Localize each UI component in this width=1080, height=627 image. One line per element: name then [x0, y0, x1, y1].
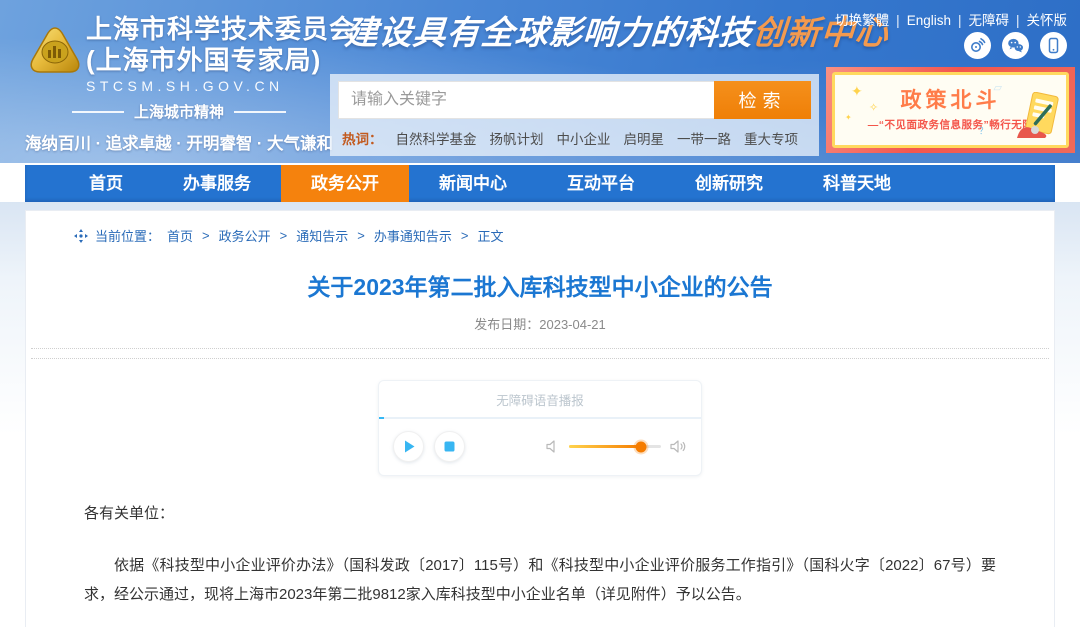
sparkle-icon: ✦ [851, 83, 863, 100]
salutation: 各有关单位： [84, 502, 996, 523]
hot-words-label: 热词： [342, 128, 383, 148]
slogan-white-part: 建设具有全球影响力的科技 [344, 14, 755, 51]
sparkle-icon: ✦ [845, 113, 852, 122]
sparkle-icon: ✧ [869, 101, 878, 114]
hot-word-link[interactable]: 中小企业 [557, 128, 611, 148]
nav-item-gov-disclosure[interactable]: 政务公开 [281, 165, 409, 202]
volume-slider[interactable] [569, 445, 661, 448]
breadcrumb-service-notices[interactable]: 办事通知告示 [374, 226, 452, 245]
breadcrumb-label: 当前位置： [95, 226, 160, 245]
accessibility-audio-player: 无障碍语音播报 [378, 380, 702, 476]
nav-item-innovation[interactable]: 创新研究 [665, 165, 793, 202]
wechat-icon[interactable] [1002, 32, 1029, 59]
sparkle-icon: ▱ [994, 81, 1002, 94]
link-separator: | [958, 13, 962, 28]
breadcrumb-separator: > [280, 228, 288, 243]
nav-item-home[interactable]: 首页 [59, 165, 153, 202]
dotted-divider [31, 358, 1049, 359]
hot-word-link[interactable]: 重大专项 [744, 128, 798, 148]
utility-links: 切换繁體 | English | 无障碍 | 关怀版 [835, 9, 1067, 29]
link-english[interactable]: English [907, 13, 951, 28]
sparkle-icon: ？ [979, 124, 988, 137]
city-spirit-block: 上海城市精神 海纳百川 · 追求卓越 · 开明睿智 · 大气谦和 [24, 101, 334, 154]
breadcrumb-gov-disclosure[interactable]: 政务公开 [219, 226, 271, 245]
mute-speaker-icon[interactable] [546, 440, 560, 453]
nav-item-interaction[interactable]: 互动平台 [537, 165, 665, 202]
hot-word-link[interactable]: 自然科学基金 [396, 128, 477, 148]
link-separator: | [1016, 13, 1020, 28]
city-spirit-title: 上海城市精神 [24, 101, 334, 122]
hot-word-link[interactable]: 扬帆计划 [490, 128, 544, 148]
main-nav: 首页 办事服务 政务公开 新闻中心 互动平台 创新研究 科普天地 [25, 165, 1055, 202]
play-icon[interactable] [393, 431, 424, 462]
link-traditional-chinese[interactable]: 切换繁體 [835, 13, 889, 28]
breadcrumb-separator: > [202, 228, 210, 243]
hot-words-row: 热词： 自然科学基金 扬帆计划 中小企业 启明星 一带一路 重大专项 [338, 128, 811, 148]
hot-word-link[interactable]: 一带一路 [677, 128, 731, 148]
org-domain: STCSM.SH.GOV.CN [86, 78, 356, 94]
breadcrumb: 当前位置： 首页 > 政务公开 > 通知告示 > 办事通知告示 > 正文 [26, 211, 1054, 245]
article-body: 各有关单位： 依据《科技型中小企业评价办法》（国科发政〔2017〕115号）和《… [26, 502, 1054, 627]
page-title: 关于2023年第二批入库科技型中小企业的公告 [26, 268, 1054, 302]
link-accessibility[interactable]: 无障碍 [968, 13, 1009, 28]
city-spirit-motto: 海纳百川 · 追求卓越 · 开明睿智 · 大气谦和 [24, 130, 334, 154]
breadcrumb-home[interactable]: 首页 [167, 226, 193, 245]
search-button[interactable]: 检索 [714, 81, 811, 119]
social-icons [964, 32, 1067, 59]
policy-beidou-banner[interactable]: ✦ ✧ ✦ ▱ ？ 政策北斗 —“不见面政务信息服务”畅行无阻 [826, 67, 1075, 153]
dotted-divider [31, 348, 1049, 349]
search-panel: 检索 热词： 自然科学基金 扬帆计划 中小企业 启明星 一带一路 重大专项 [330, 74, 819, 156]
calligraphy-slogan: 建设具有全球影响力的科技创新中心 [343, 6, 826, 54]
search-input[interactable] [338, 81, 714, 119]
publish-date: 发布日期：2023-04-21 [26, 314, 1054, 333]
link-senior-mode[interactable]: 关怀版 [1027, 13, 1068, 28]
nav-item-services[interactable]: 办事服务 [153, 165, 281, 202]
nav-item-science[interactable]: 科普天地 [793, 165, 921, 202]
volume-knob[interactable] [635, 441, 646, 452]
link-separator: | [896, 13, 900, 28]
policy-banner-card: ✦ ✧ ✦ ▱ ？ 政策北斗 —“不见面政务信息服务”畅行无阻 [832, 72, 1069, 148]
main-paragraph: 依据《科技型中小企业评价办法》（国科发政〔2017〕115号）和《科技型中小企业… [84, 551, 996, 610]
breadcrumb-separator: > [357, 228, 365, 243]
clipboard-pen-illustration [1011, 92, 1063, 143]
weibo-icon[interactable] [964, 32, 991, 59]
stop-icon[interactable] [434, 431, 465, 462]
nav-item-news[interactable]: 新闻中心 [409, 165, 537, 202]
breadcrumb-current: 正文 [477, 226, 503, 245]
volume-fill [569, 445, 641, 448]
hot-word-link[interactable]: 启明星 [624, 128, 665, 148]
site-header: 上海市科学技术委员会 (上海市外国专家局) STCSM.SH.GOV.CN 建设… [0, 0, 1080, 163]
article-container: 当前位置： 首页 > 政务公开 > 通知告示 > 办事通知告示 > 正文 关于2… [25, 210, 1055, 627]
audio-player-label: 无障碍语音播报 [379, 381, 701, 419]
page-background: 当前位置： 首页 > 政务公开 > 通知告示 > 办事通知告示 > 正文 关于2… [0, 202, 1080, 627]
breadcrumb-notices[interactable]: 通知告示 [296, 226, 348, 245]
mobile-icon[interactable] [1040, 32, 1067, 59]
breadcrumb-separator: > [461, 228, 469, 243]
gold-seal-logo-icon [28, 24, 82, 78]
site-identity: 上海市科学技术委员会 (上海市外国专家局) STCSM.SH.GOV.CN [86, 14, 356, 94]
speaker-icon[interactable] [670, 440, 687, 453]
org-name-line2: (上海市外国专家局) [86, 45, 356, 76]
location-move-icon [74, 229, 88, 243]
org-name-line1: 上海市科学技术委员会 [86, 14, 356, 45]
